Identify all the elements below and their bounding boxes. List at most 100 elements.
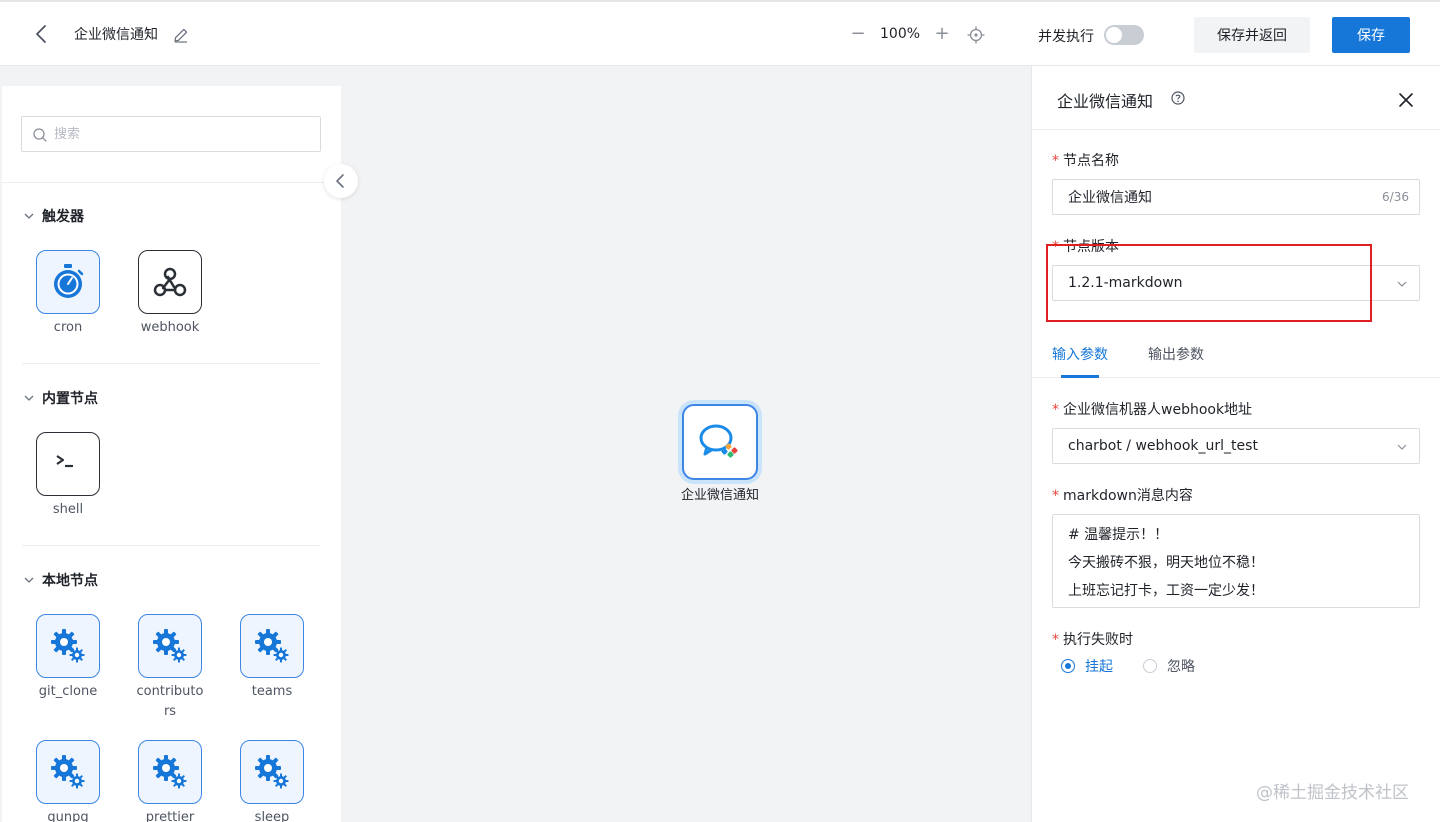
palette-search[interactable] xyxy=(21,116,321,152)
chevron-down-icon xyxy=(24,395,34,401)
node-label: prettier xyxy=(145,810,195,822)
radio-label: 挂起 xyxy=(1085,659,1113,675)
palette-node-cron[interactable]: cron xyxy=(33,250,103,338)
concurrent-toggle[interactable] xyxy=(1104,25,1144,45)
on-fail-label: * 执行失败时 xyxy=(1052,629,1133,649)
node-tile xyxy=(240,614,304,678)
edit-title-icon[interactable] xyxy=(172,26,190,44)
close-icon[interactable] xyxy=(1396,90,1416,110)
palette-node-shell[interactable]: shell xyxy=(33,432,103,520)
node-label: gunpg xyxy=(47,810,89,822)
chevron-down-icon xyxy=(1397,444,1407,450)
zoom-in-button[interactable]: + xyxy=(934,23,950,44)
content-label-text: markdown消息内容 xyxy=(1063,488,1193,504)
section-label: 本地节点 xyxy=(42,573,98,589)
node-label: teams xyxy=(251,684,293,699)
markdown-content-textarea[interactable]: # 温馨提示！！ 今天搬砖不狠，明天地位不稳！ 上班忘记打卡，工资一定少发！ xyxy=(1052,514,1420,608)
gear-icon xyxy=(153,629,187,663)
webhook-select[interactable]: charbot / webhook_url_test xyxy=(1052,428,1420,464)
node-label: sleep xyxy=(254,810,290,822)
node-name-label-text: 节点名称 xyxy=(1063,153,1119,169)
section-local[interactable]: 本地节点 xyxy=(22,570,98,590)
radio-ignore[interactable]: 忽略 xyxy=(1143,656,1195,676)
required-mark: * xyxy=(1052,632,1059,648)
webhook-label-text: 企业微信机器人webhook地址 xyxy=(1063,402,1253,418)
palette-node-gunpg[interactable]: gunpg xyxy=(33,740,103,822)
panel-header: 企业微信通知 xyxy=(1032,66,1440,130)
radio-suspend[interactable]: 挂起 xyxy=(1061,656,1113,676)
content-line: 今天搬砖不狠，明天地位不稳！ xyxy=(1068,555,1264,571)
help-icon[interactable] xyxy=(1170,90,1186,106)
node-label: shell xyxy=(52,502,84,517)
content-line: 上班忘记打卡，工资一定少发！ xyxy=(1068,583,1264,599)
back-icon[interactable] xyxy=(30,22,54,46)
canvas-node-wecom[interactable]: 企业微信通知 xyxy=(680,404,760,506)
tab-input-params[interactable]: 输入参数 xyxy=(1052,344,1108,364)
wecom-chat-icon xyxy=(699,424,738,458)
required-mark: * xyxy=(1052,488,1059,504)
palette-node-contributors[interactable]: contributors xyxy=(135,614,205,722)
radio-label: 忽略 xyxy=(1167,659,1195,675)
node-label: webhook xyxy=(140,320,200,335)
section-label: 内置节点 xyxy=(42,391,98,407)
version-label: * 节点版本 xyxy=(1052,236,1119,256)
char-count: 6/36 xyxy=(1382,190,1409,204)
version-select[interactable]: 1.2.1-markdown xyxy=(1052,265,1420,301)
node-tile xyxy=(138,250,202,314)
tab-output-params[interactable]: 输出参数 xyxy=(1148,344,1204,364)
content-label: * markdown消息内容 xyxy=(1052,485,1193,505)
section-label: 触发器 xyxy=(42,209,84,225)
active-tab-indicator xyxy=(1061,375,1099,378)
section-divider xyxy=(22,545,320,546)
concurrent-label: 并发执行 xyxy=(1038,29,1094,45)
node-label: git_clone xyxy=(38,684,98,699)
node-tile xyxy=(36,432,100,496)
node-name-label: * 节点名称 xyxy=(1052,150,1119,170)
required-mark: * xyxy=(1052,153,1059,169)
node-label: contributors xyxy=(136,684,204,719)
param-tabs: 输入参数 输出参数 xyxy=(1032,332,1440,378)
node-tile xyxy=(138,614,202,678)
search-input[interactable] xyxy=(54,117,314,151)
zoom-out-button[interactable]: − xyxy=(850,23,866,44)
palette-node-webhook[interactable]: webhook xyxy=(135,250,205,338)
palette-node-teams[interactable]: teams xyxy=(237,614,307,702)
section-builtin[interactable]: 内置节点 xyxy=(22,388,98,408)
node-tile xyxy=(36,250,100,314)
section-triggers[interactable]: 触发器 xyxy=(22,206,84,226)
node-config-panel: 企业微信通知 *节点名称 6/36 *节点版本 1.2.1-markdown 输… xyxy=(1031,66,1440,822)
chevron-down-icon xyxy=(24,213,34,219)
gear-icon xyxy=(255,755,289,789)
node-tile xyxy=(36,740,100,804)
collapse-palette-button[interactable] xyxy=(324,164,358,198)
save-button[interactable]: 保存 xyxy=(1332,17,1410,53)
stopwatch-icon xyxy=(54,264,84,298)
node-label: cron xyxy=(53,320,83,335)
on-fail-label-text: 执行失败时 xyxy=(1063,632,1133,648)
node-name-input[interactable] xyxy=(1053,180,1373,214)
content-line: # 温馨提示！！ xyxy=(1068,527,1169,543)
palette-node-prettier[interactable]: prettier xyxy=(135,740,205,822)
top-bar: 企业微信通知 − 100% + 并发执行 保存并返回 保存 xyxy=(0,0,1440,66)
palette-node-git-clone[interactable]: git_clone xyxy=(33,614,103,702)
divider xyxy=(2,182,341,183)
node-tile xyxy=(138,740,202,804)
version-value: 1.2.1-markdown xyxy=(1068,275,1183,291)
canvas-node-tile xyxy=(682,404,758,480)
webhook-label: * 企业微信机器人webhook地址 xyxy=(1052,399,1252,419)
search-icon xyxy=(33,128,47,142)
watermark: @稀土掘金技术社区 xyxy=(1256,783,1409,803)
section-divider xyxy=(22,363,320,364)
palette-node-sleep[interactable]: sleep xyxy=(237,740,307,822)
gear-icon xyxy=(153,755,187,789)
panel-title: 企业微信通知 xyxy=(1057,92,1154,111)
chevron-down-icon xyxy=(24,577,34,583)
gear-icon xyxy=(51,629,85,663)
version-label-text: 节点版本 xyxy=(1063,239,1119,255)
locate-icon[interactable] xyxy=(967,26,985,44)
save-and-return-button[interactable]: 保存并返回 xyxy=(1194,17,1310,53)
node-name-field[interactable]: 6/36 xyxy=(1052,179,1420,215)
required-mark: * xyxy=(1052,239,1059,255)
node-tile xyxy=(36,614,100,678)
workflow-title: 企业微信通知 xyxy=(74,27,158,43)
